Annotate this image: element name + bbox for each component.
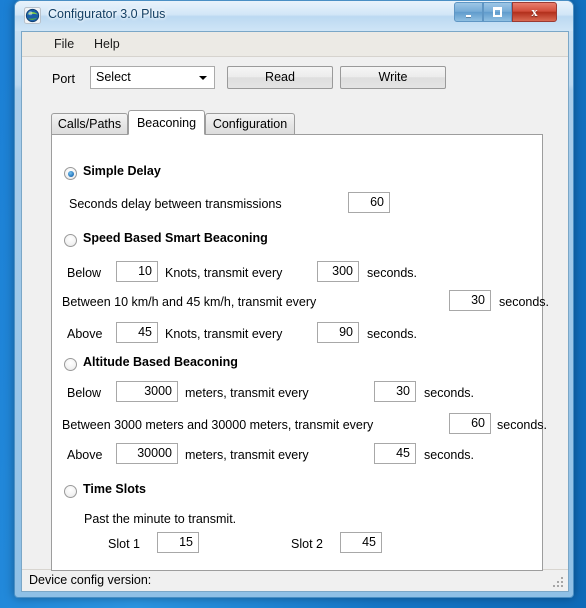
tab-configuration[interactable]: Configuration [205,113,295,135]
minimize-icon [466,15,471,17]
chevron-down-icon [199,76,207,80]
slot1-input[interactable]: 15 [157,532,199,553]
port-select[interactable]: Select [90,66,215,89]
altitude-above-input[interactable]: 30000 [116,443,178,464]
speed-based-title: Speed Based Smart Beaconing [83,231,268,245]
port-select-value: Select [96,70,131,84]
altitude-below-seconds-label: seconds. [424,386,475,400]
menu-bar: File Help [22,32,568,57]
app-globe-icon [24,7,41,24]
slot2-input[interactable]: 45 [340,532,382,553]
menu-item-help[interactable]: Help [88,36,126,52]
minimize-button[interactable] [454,2,483,22]
close-icon: x [531,4,538,19]
altitude-above-seconds-label: seconds. [424,448,475,462]
read-button[interactable]: Read [227,66,333,89]
altitude-below-label: Below [67,386,102,400]
altitude-based-title: Altitude Based Beaconing [83,355,238,369]
beaconing-panel: Simple Delay Seconds delay between trans… [51,134,549,571]
client-area: File Help Port Select Read Write Calls/P… [21,31,569,592]
speed-between-seconds-input[interactable]: 30 [449,290,491,311]
speed-below-units-label: Knots, transmit every [165,266,283,280]
window-title: Configurator 3.0 Plus [48,7,166,21]
time-slots-title: Time Slots [83,482,146,496]
radio-altitude-based[interactable] [64,358,77,371]
altitude-between-label: Between 3000 meters and 30000 meters, tr… [62,418,374,432]
time-slots-description: Past the minute to transmit. [84,512,237,526]
slot1-label: Slot 1 [108,537,140,551]
speed-above-input[interactable]: 45 [116,322,158,343]
altitude-between-seconds-input[interactable]: 60 [449,413,491,434]
speed-below-seconds-label: seconds. [367,266,418,280]
maximize-button[interactable] [483,2,512,22]
application-window: Configurator 3.0 Plus x File Help Port S… [14,0,574,598]
resize-grip-icon[interactable] [553,577,565,589]
desktop-background: Configurator 3.0 Plus x File Help Port S… [0,0,586,608]
altitude-below-seconds-input[interactable]: 30 [374,381,416,402]
maximize-icon [493,7,502,17]
speed-between-label: Between 10 km/h and 45 km/h, transmit ev… [62,295,317,309]
simple-delay-seconds-label: Seconds delay between transmissions [69,197,282,211]
menu-item-file[interactable]: File [48,36,80,52]
title-bar[interactable]: Configurator 3.0 Plus x [15,1,573,31]
speed-above-units-label: Knots, transmit every [165,327,283,341]
close-button[interactable]: x [512,2,557,22]
altitude-below-input[interactable]: 3000 [116,381,178,402]
tab-calls-paths[interactable]: Calls/Paths [51,113,128,135]
speed-below-label: Below [67,266,102,280]
tab-beaconing[interactable]: Beaconing [128,110,205,135]
altitude-above-units-label: meters, transmit every [185,448,309,462]
simple-delay-title: Simple Delay [83,164,161,178]
altitude-below-units-label: meters, transmit every [185,386,309,400]
radio-speed-based[interactable] [64,234,77,247]
speed-above-label: Above [67,327,103,341]
radio-simple-delay[interactable] [64,167,77,180]
altitude-above-label: Above [67,448,103,462]
speed-between-seconds-label: seconds. [499,295,550,309]
speed-above-seconds-label: seconds. [367,327,418,341]
write-button[interactable]: Write [340,66,446,89]
radio-time-slots[interactable] [64,485,77,498]
altitude-between-seconds-label: seconds. [497,418,548,432]
speed-below-input[interactable]: 10 [116,261,158,282]
altitude-above-seconds-input[interactable]: 45 [374,443,416,464]
speed-above-seconds-input[interactable]: 90 [317,322,359,343]
status-bar: Device config version: [22,569,568,591]
speed-below-seconds-input[interactable]: 300 [317,261,359,282]
toolbar: Port Select Read Write [22,57,568,107]
port-label: Port [52,72,75,86]
slot2-label: Slot 2 [291,537,323,551]
status-text: Device config version: [29,573,152,587]
simple-delay-seconds-input[interactable]: 60 [348,192,390,213]
